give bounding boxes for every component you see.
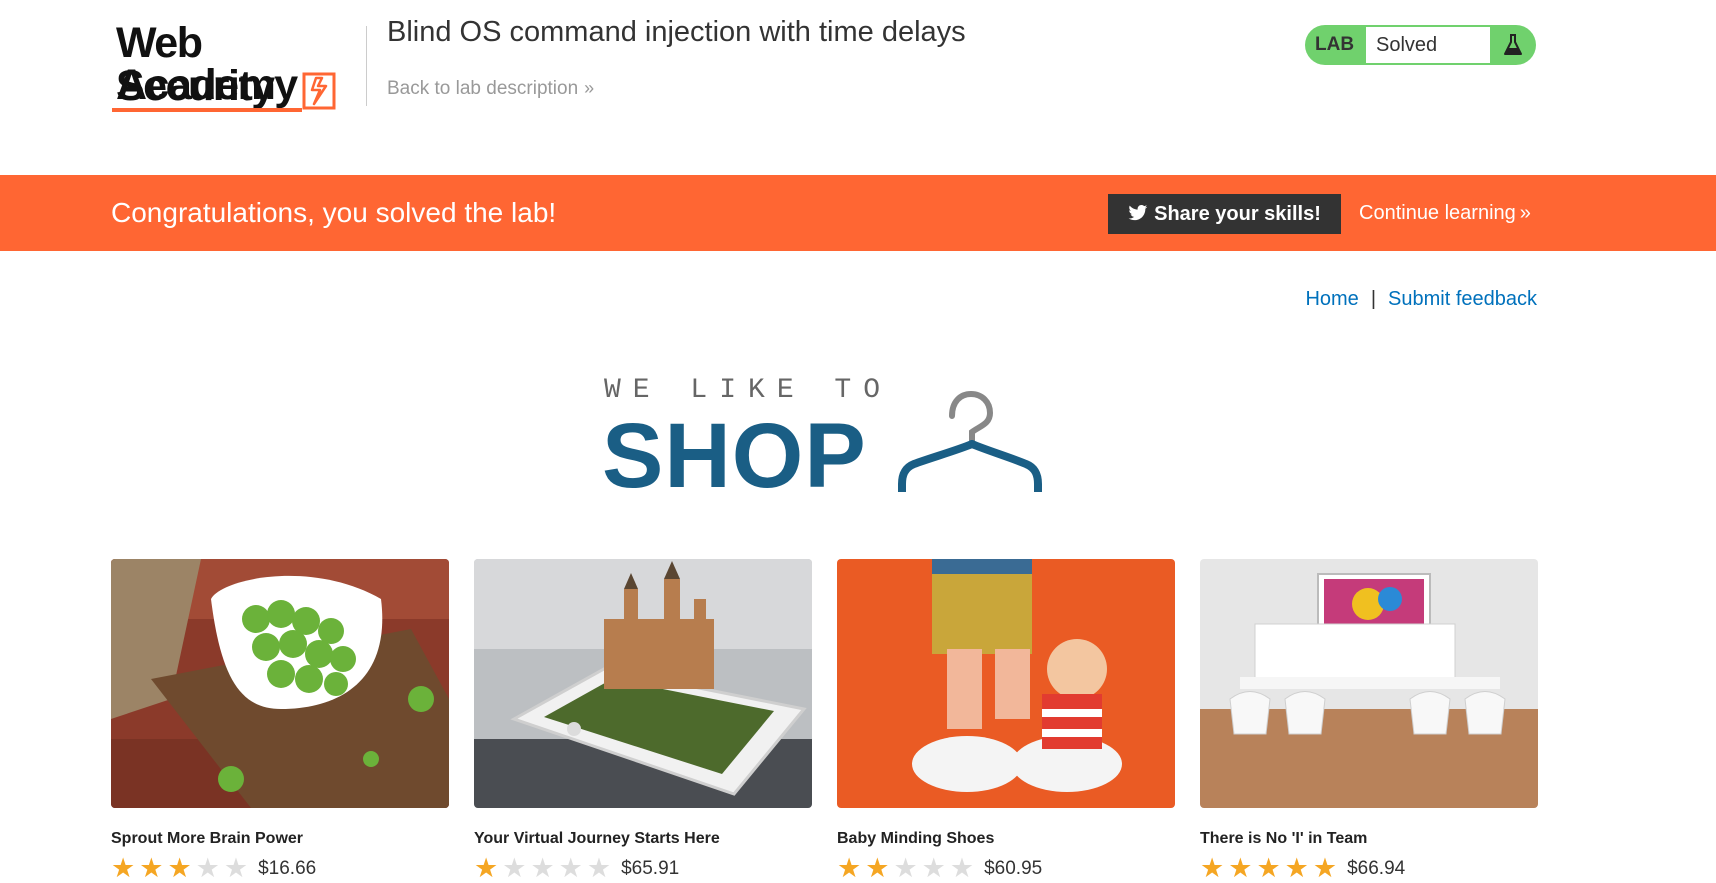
solved-banner: Congratulations, you solved the lab! Sha… (0, 175, 1716, 251)
product-image-baby-shoes[interactable] (837, 559, 1175, 808)
top-navigation: Home | Submit feedback (1305, 288, 1537, 311)
product-image-brussels-sprouts[interactable] (111, 559, 449, 808)
star-icon: ★ (502, 853, 527, 883)
share-skills-button[interactable]: Share your skills! (1108, 194, 1341, 234)
star-icon: ★ (586, 853, 612, 883)
continue-learning-link[interactable]: Continue learning» (1359, 175, 1531, 251)
shop-logo: WE LIKE TO SHOP (602, 375, 1044, 507)
product-price: $16.66 (258, 858, 317, 879)
double-chevron-right-icon: » (584, 78, 595, 98)
product-price: $65.91 (621, 858, 680, 879)
star-icon: ★ (558, 853, 583, 883)
flask-icon (1504, 34, 1522, 55)
logo-line-2: Academy (116, 61, 298, 109)
header: Web Security Academy Blind OS command in… (0, 0, 1716, 175)
star-icon: ★ (111, 853, 136, 883)
star-icon: ★ (167, 853, 192, 883)
logo-underline (112, 108, 302, 112)
submit-feedback-link[interactable]: Submit feedback (1388, 288, 1537, 310)
congratulations-message: Congratulations, you solved the lab! (111, 197, 557, 228)
star-icon: ★ (893, 853, 918, 883)
star-icon: ★ (1312, 853, 1338, 883)
product-meta: ★ ★ ★ ★ ★ $66.94 (1200, 853, 1538, 883)
lab-badge-label: LAB (1315, 34, 1355, 55)
product-grid: Sprout More Brain Power ★ ★ ★ ★ ★ $16.66 Y (111, 559, 1538, 882)
rating-stars: ★ ★ ★ ★ ★ (1200, 853, 1341, 883)
star-icon: ★ (1228, 853, 1253, 883)
logo-bolt-icon (302, 72, 336, 110)
product-card[interactable]: Your Virtual Journey Starts Here ★ ★ ★ ★ ★ $6… (474, 559, 812, 883)
double-chevron-right-icon: » (1519, 202, 1531, 224)
product-name[interactable]: Baby Minding Shoes (837, 830, 1175, 848)
back-link-label: Back to lab description (387, 78, 579, 99)
share-button-label: Share your skills! (1154, 203, 1321, 225)
product-price: $60.95 (984, 858, 1043, 879)
product-meta: ★ ★ ★ ★ ★ $16.66 (111, 853, 449, 883)
product-card[interactable]: Baby Minding Shoes ★ ★ ★ ★ ★ $60.95 (837, 559, 1175, 883)
hanger-icon (898, 390, 1042, 492)
star-icon: ★ (1256, 853, 1281, 883)
lab-status-text: Solved (1366, 27, 1490, 63)
product-meta: ★ ★ ★ ★ ★ $65.91 (474, 853, 812, 883)
product-price: $66.94 (1347, 858, 1406, 879)
rating-stars: ★ ★ ★ ★ ★ (111, 853, 252, 883)
web-security-academy-logo[interactable]: Web Security Academy (112, 22, 367, 114)
header-divider (366, 26, 367, 106)
rating-stars: ★ ★ ★ ★ ★ (837, 853, 978, 883)
product-image-phone-castle[interactable] (474, 559, 812, 808)
shop-logo-word: SHOP (602, 405, 867, 507)
product-name[interactable]: Your Virtual Journey Starts Here (474, 830, 812, 848)
twitter-icon (1128, 205, 1148, 221)
product-image-team-room[interactable] (1200, 559, 1538, 808)
continue-learning-label: Continue learning (1359, 202, 1516, 224)
product-meta: ★ ★ ★ ★ ★ $60.95 (837, 853, 1175, 883)
shop-logo-tagline: WE LIKE TO (604, 375, 893, 406)
product-card[interactable]: Sprout More Brain Power ★ ★ ★ ★ ★ $16.66 (111, 559, 449, 883)
product-card[interactable]: There is No 'I' in Team ★ ★ ★ ★ ★ $66.94 (1200, 559, 1538, 883)
lab-status-badge: LAB Solved (1305, 25, 1536, 65)
product-name[interactable]: Sprout More Brain Power (111, 830, 449, 848)
star-icon: ★ (474, 853, 499, 883)
nav-separator: | (1370, 288, 1377, 310)
star-icon: ★ (921, 853, 946, 883)
star-icon: ★ (530, 853, 555, 883)
rating-stars: ★ ★ ★ ★ ★ (474, 853, 615, 883)
star-icon: ★ (195, 853, 220, 883)
star-icon: ★ (139, 853, 164, 883)
back-to-lab-description-link[interactable]: Back to lab description» (387, 78, 594, 100)
star-icon: ★ (837, 853, 862, 883)
star-icon: ★ (1284, 853, 1309, 883)
star-icon: ★ (949, 853, 975, 883)
lab-title: Blind OS command injection with time del… (387, 16, 966, 48)
star-icon: ★ (865, 853, 890, 883)
home-link[interactable]: Home (1305, 288, 1358, 310)
star-icon: ★ (1200, 853, 1225, 883)
product-name[interactable]: There is No 'I' in Team (1200, 830, 1538, 848)
star-icon: ★ (223, 853, 249, 883)
